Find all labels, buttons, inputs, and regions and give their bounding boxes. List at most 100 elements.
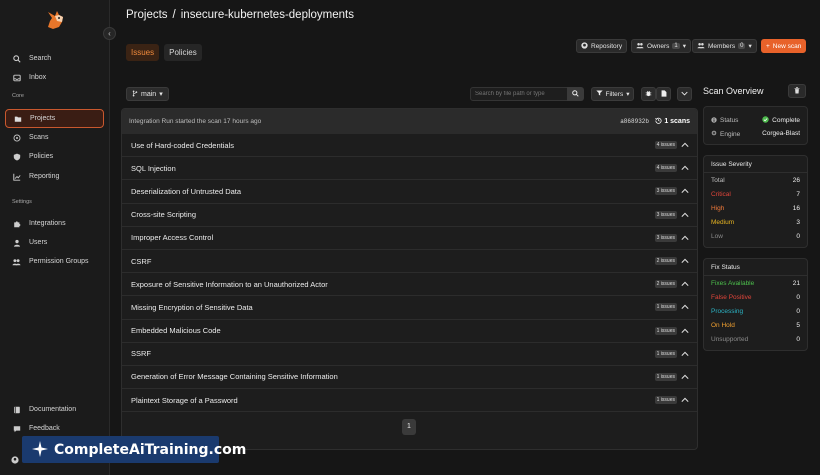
members-button[interactable]: Members 0 ▾ [692, 39, 757, 53]
repository-button[interactable]: Repository [576, 39, 628, 53]
issue-count-badge: 1 issues [654, 326, 677, 335]
shield-icon [12, 152, 21, 161]
severity-row: High 16 [711, 205, 800, 212]
search-button[interactable] [567, 87, 584, 101]
check-circle-icon [762, 116, 769, 125]
fix-label: Unsupported [711, 336, 749, 343]
issue-row[interactable]: CSRF 2 issues [122, 250, 697, 274]
severity-label: High [711, 205, 725, 212]
search-input[interactable] [470, 87, 568, 101]
tab-issues[interactable]: Issues [126, 44, 160, 61]
chevron-up-icon[interactable] [681, 303, 689, 311]
new-scan-button[interactable]: + New scan [761, 39, 807, 53]
bug-view-button[interactable] [641, 87, 656, 101]
sidebar-item-users[interactable]: Users [5, 233, 104, 252]
issue-title: Missing Encryption of Sensitive Data [131, 302, 253, 312]
severity-row: Total 26 [711, 177, 800, 184]
avatar[interactable] [11, 456, 19, 466]
sidebar-item-label: Search [29, 55, 52, 62]
pagination-page-1[interactable]: 1 [402, 419, 416, 435]
scans-count[interactable]: 1 scans [655, 117, 690, 126]
sidebar-item-inbox[interactable]: Inbox [5, 68, 104, 87]
severity-label: Critical [711, 191, 731, 198]
issue-row[interactable]: Exposure of Sensitive Information to an … [122, 273, 697, 297]
watermark-banner: CompleteAiTraining.com [22, 436, 246, 463]
issue-title: Exposure of Sensitive Information to an … [131, 279, 328, 289]
issue-row[interactable]: Deserialization of Untrusted Data 3 issue… [122, 180, 697, 204]
issue-row[interactable]: Improper Access Control 3 issues [122, 227, 697, 250]
chevron-up-icon[interactable] [681, 211, 689, 219]
chevron-up-icon[interactable] [681, 187, 689, 195]
scan-info-bar: Integration Run started the scan 17 hour… [122, 109, 697, 134]
sidebar-item-label: Users [29, 239, 48, 246]
sidebar-item-reporting[interactable]: Reporting [5, 167, 104, 186]
severity-value: 0 [796, 233, 800, 240]
issue-title: Generation of Error Message Containing S… [131, 372, 338, 382]
issue-count-badge: 3 issues [654, 233, 677, 242]
tab-policies[interactable]: Policies [164, 44, 202, 61]
sidebar-item-label: Scans [29, 134, 49, 141]
sidebar-item-scans[interactable]: Scans [5, 128, 104, 147]
owners-button[interactable]: Owners 1 ▾ [631, 39, 692, 53]
engine-row: Engine Corgea-Blast [711, 130, 800, 138]
issue-row[interactable]: SQL Injection 4 issues [122, 157, 697, 181]
breadcrumb-projects[interactable]: Projects [126, 9, 168, 21]
issue-row[interactable]: Cross-site Scripting 3 issues [122, 204, 697, 227]
sidebar-item-integrations[interactable]: Integrations [5, 214, 104, 233]
issue-row[interactable]: Use of Hard-coded Credentials 4 issues [122, 134, 697, 158]
delete-scan-button[interactable] [788, 84, 806, 98]
chevron-up-icon[interactable] [681, 257, 689, 265]
issue-count-badge: 1 issues [654, 396, 677, 405]
sidebar-item-search[interactable]: Search [5, 49, 104, 68]
issue-row[interactable]: Missing Encryption of Sensitive Data 1 is… [122, 296, 697, 320]
fix-value: 0 [796, 336, 800, 343]
chevron-up-icon[interactable] [681, 280, 689, 288]
scan-message: Integration Run started the scan 17 hour… [129, 118, 262, 125]
issue-title: Improper Access Control [131, 233, 214, 243]
chevron-up-icon[interactable] [681, 234, 689, 242]
chevron-up-icon[interactable] [681, 396, 689, 404]
issue-row[interactable]: Embedded Malicious Code 1 issues [122, 320, 697, 343]
issue-row[interactable]: SSRF 1 issues [122, 343, 697, 366]
chevron-up-icon[interactable] [681, 373, 689, 381]
fix-row: On Hold 5 [711, 322, 800, 329]
chevron-up-icon[interactable] [681, 164, 689, 172]
owners-label: Owners [647, 42, 670, 50]
status-label: Status [720, 117, 739, 124]
issue-count-badge: 4 issues [654, 164, 677, 173]
commit-hash[interactable]: a868932b [620, 118, 649, 125]
collapse-sidebar-button[interactable]: ‹ [103, 27, 116, 40]
chevron-up-icon[interactable] [681, 350, 689, 358]
sidebar-item-documentation[interactable]: Documentation [5, 400, 104, 419]
fix-status-title: Fix Status [704, 259, 807, 276]
expand-options-button[interactable] [677, 87, 692, 101]
sidebar-item-label: Permission Groups [29, 258, 89, 265]
sidebar-item-permission-groups[interactable]: Permission Groups [5, 252, 104, 271]
engine-label: Engine [720, 130, 741, 138]
sidebar-item-policies[interactable]: Policies [5, 147, 104, 166]
branch-icon [132, 90, 138, 99]
file-view-button[interactable] [656, 87, 671, 101]
filters-label: Filters [605, 90, 624, 98]
sidebar-item-label: Documentation [29, 406, 77, 413]
issue-row[interactable]: Generation of Error Message Containing S… [122, 366, 697, 390]
branch-select[interactable]: main ▾ [126, 87, 169, 101]
sidebar-item-projects[interactable]: Projects [5, 109, 104, 128]
chevron-up-icon[interactable] [681, 327, 689, 335]
fix-label: Fixes Available [711, 280, 755, 287]
corgi-logo-icon[interactable] [44, 9, 66, 31]
users-icon [697, 42, 705, 51]
chart-icon [12, 172, 21, 181]
severity-value: 7 [796, 191, 800, 198]
severity-row: Low 0 [711, 233, 800, 240]
trash-icon [794, 86, 800, 96]
breadcrumb-separator: / [172, 9, 176, 21]
issue-count-badge: 3 issues [654, 210, 677, 219]
chevron-up-icon[interactable] [681, 141, 689, 149]
filters-button[interactable]: Filters ▾ [591, 87, 634, 101]
sidebar-item-label: Policies [29, 153, 54, 160]
users-icon [12, 257, 21, 266]
radar-icon [12, 133, 21, 142]
fix-row: Unsupported 0 [711, 336, 800, 343]
issue-row[interactable]: Plaintext Storage of a Password 1 issues [122, 389, 697, 413]
